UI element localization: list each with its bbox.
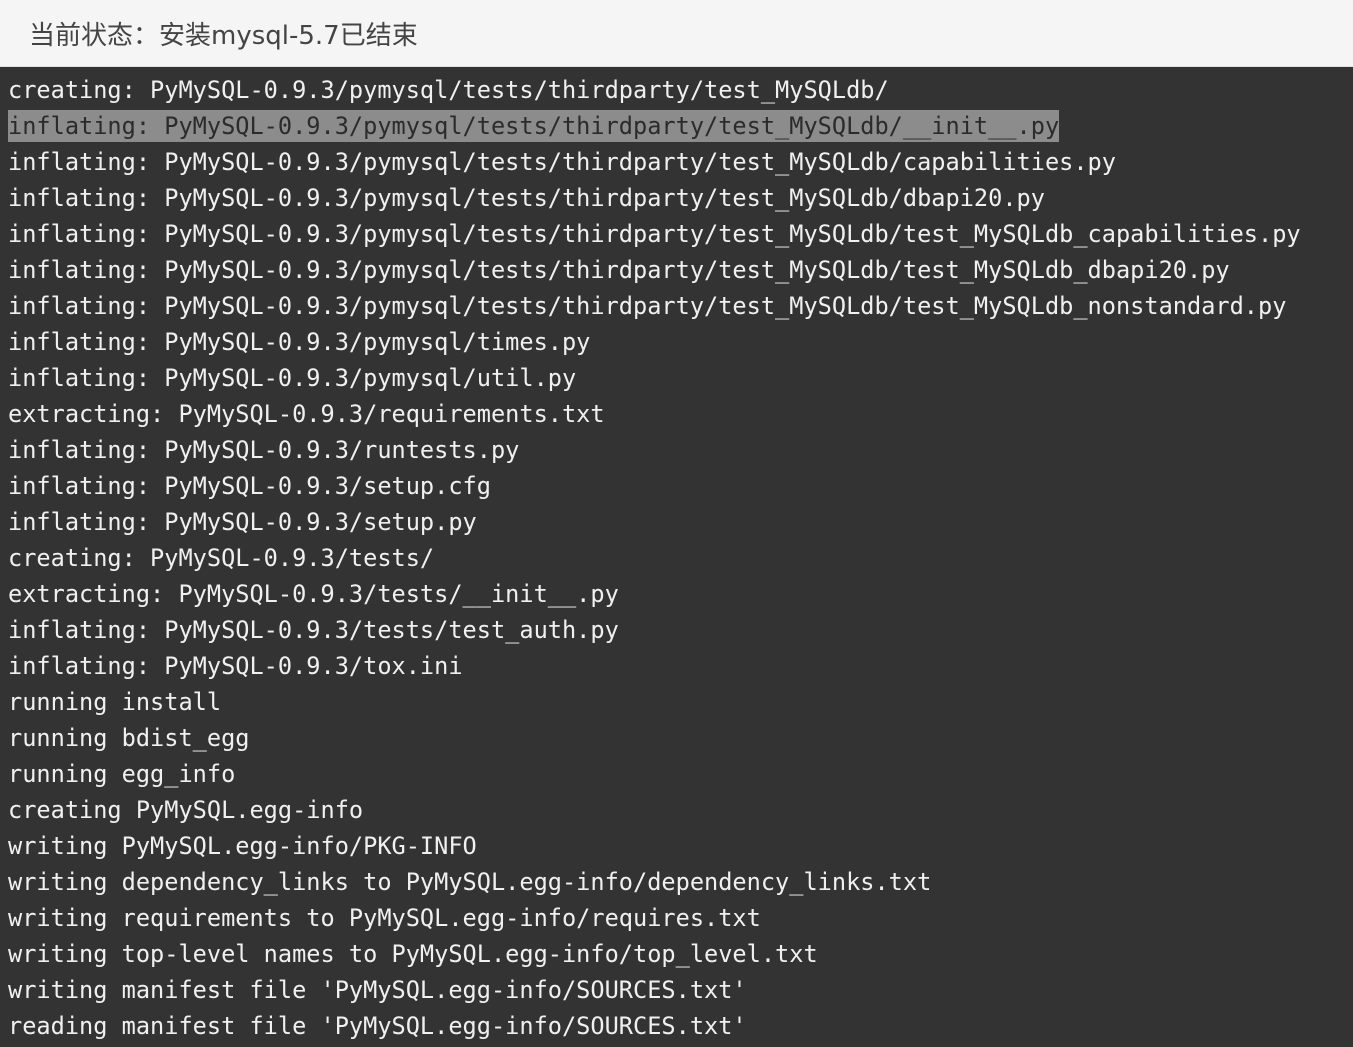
terminal-line: writing dependency_links to PyMySQL.egg-… bbox=[0, 862, 1353, 898]
terminal-line: running install bbox=[0, 682, 1353, 718]
terminal-line-text: inflating: PyMySQL-0.9.3/tests/test_auth… bbox=[8, 615, 619, 644]
terminal-line: reading manifest file 'PyMySQL.egg-info/… bbox=[0, 1006, 1353, 1042]
terminal-line: inflating: PyMySQL-0.9.3/setup.py bbox=[0, 502, 1353, 538]
terminal-line-text: running install bbox=[8, 687, 222, 716]
terminal-line: inflating: PyMySQL-0.9.3/pymysql/tests/t… bbox=[0, 178, 1353, 214]
terminal-line-text: creating: PyMySQL-0.9.3/pymysql/tests/th… bbox=[8, 75, 889, 104]
terminal-line-text: reading manifest file 'PyMySQL.egg-info/… bbox=[8, 1011, 747, 1040]
terminal-line-text: inflating: PyMySQL-0.9.3/pymysql/tests/t… bbox=[8, 183, 1045, 212]
terminal-line-text: inflating: PyMySQL-0.9.3/tox.ini bbox=[8, 651, 463, 680]
terminal-line: writing top-level names to PyMySQL.egg-i… bbox=[0, 934, 1353, 970]
terminal-output[interactable]: creating: PyMySQL-0.9.3/pymysql/tests/th… bbox=[0, 68, 1353, 1047]
terminal-line: extracting: PyMySQL-0.9.3/tests/__init__… bbox=[0, 574, 1353, 610]
terminal-line: inflating: PyMySQL-0.9.3/tox.ini bbox=[0, 646, 1353, 682]
status-bar: 当前状态：安装mysql-5.7已结束 bbox=[0, 0, 1353, 67]
terminal-line-text: writing manifest file 'PyMySQL.egg-info/… bbox=[8, 975, 747, 1004]
terminal-line-text: writing top-level names to PyMySQL.egg-i… bbox=[8, 939, 818, 968]
terminal-line: inflating: PyMySQL-0.9.3/pymysql/tests/t… bbox=[0, 286, 1353, 322]
terminal-line-text: creating PyMySQL.egg-info bbox=[8, 795, 364, 824]
terminal-line-text: writing dependency_links to PyMySQL.egg-… bbox=[8, 867, 932, 896]
terminal-line: inflating: PyMySQL-0.9.3/tests/test_auth… bbox=[0, 610, 1353, 646]
terminal-line-text: running egg_info bbox=[8, 759, 236, 788]
terminal-line: creating: PyMySQL-0.9.3/pymysql/tests/th… bbox=[0, 70, 1353, 106]
terminal-line-text: inflating: PyMySQL-0.9.3/pymysql/util.py bbox=[8, 363, 577, 392]
terminal-line-text: writing requirements to PyMySQL.egg-info… bbox=[8, 903, 761, 932]
terminal-line: running egg_info bbox=[0, 754, 1353, 790]
terminal-line: writing PyMySQL.egg-info/PKG-INFO bbox=[0, 826, 1353, 862]
terminal-line-text: inflating: PyMySQL-0.9.3/setup.cfg bbox=[8, 471, 491, 500]
terminal-line: creating PyMySQL.egg-info bbox=[0, 790, 1353, 826]
terminal-line: writing requirements to PyMySQL.egg-info… bbox=[0, 898, 1353, 934]
terminal-line: running bdist_egg bbox=[0, 718, 1353, 754]
terminal-line-text: running bdist_egg bbox=[8, 723, 250, 752]
terminal-line-text: inflating: PyMySQL-0.9.3/pymysql/times.p… bbox=[8, 327, 591, 356]
terminal-line-text: inflating: PyMySQL-0.9.3/runtests.py bbox=[8, 435, 520, 464]
terminal-line-text: extracting: PyMySQL-0.9.3/requirements.t… bbox=[8, 399, 605, 428]
terminal-line: inflating: PyMySQL-0.9.3/pymysql/tests/t… bbox=[0, 142, 1353, 178]
terminal-line-text: inflating: PyMySQL-0.9.3/setup.py bbox=[8, 507, 477, 536]
terminal-line-text: extracting: PyMySQL-0.9.3/tests/__init__… bbox=[8, 579, 619, 608]
terminal-line-selected: inflating: PyMySQL-0.9.3/pymysql/tests/t… bbox=[0, 106, 1353, 142]
terminal-line-text: inflating: PyMySQL-0.9.3/pymysql/tests/t… bbox=[8, 219, 1301, 248]
terminal-line-text: inflating: PyMySQL-0.9.3/pymysql/tests/t… bbox=[8, 255, 1230, 284]
terminal-line-text: writing PyMySQL.egg-info/PKG-INFO bbox=[8, 831, 477, 860]
terminal-line: inflating: PyMySQL-0.9.3/setup.cfg bbox=[0, 466, 1353, 502]
terminal-line: inflating: PyMySQL-0.9.3/runtests.py bbox=[0, 430, 1353, 466]
terminal-line-text: inflating: PyMySQL-0.9.3/pymysql/tests/t… bbox=[8, 147, 1116, 176]
terminal-line: inflating: PyMySQL-0.9.3/pymysql/tests/t… bbox=[0, 214, 1353, 250]
terminal-line: creating: PyMySQL-0.9.3/tests/ bbox=[0, 538, 1353, 574]
terminal-line: extracting: PyMySQL-0.9.3/requirements.t… bbox=[0, 394, 1353, 430]
terminal-line: inflating: PyMySQL-0.9.3/pymysql/util.py bbox=[0, 358, 1353, 394]
terminal-line: inflating: PyMySQL-0.9.3/pymysql/tests/t… bbox=[0, 250, 1353, 286]
status-text: 当前状态：安装mysql-5.7已结束 bbox=[29, 20, 418, 51]
terminal-line: writing manifest file 'PyMySQL.egg-info/… bbox=[0, 970, 1353, 1006]
terminal-line-text: inflating: PyMySQL-0.9.3/pymysql/tests/t… bbox=[8, 291, 1287, 320]
terminal-line-text: creating: PyMySQL-0.9.3/tests/ bbox=[8, 543, 435, 572]
terminal-line-text: inflating: PyMySQL-0.9.3/pymysql/tests/t… bbox=[8, 109, 1060, 142]
terminal-line: inflating: PyMySQL-0.9.3/pymysql/times.p… bbox=[0, 322, 1353, 358]
